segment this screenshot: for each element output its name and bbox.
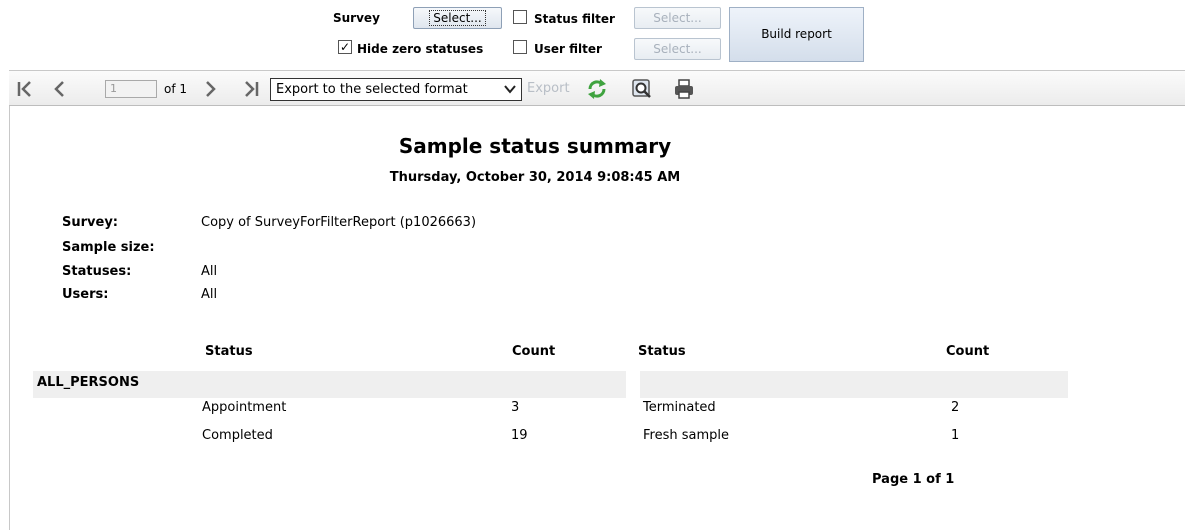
survey-label: Survey <box>333 11 380 25</box>
export-link[interactable]: Export <box>527 81 570 96</box>
info-label-users: Users: <box>62 287 109 302</box>
group-band-right <box>640 371 1068 398</box>
table-row-count-right: 2 <box>951 400 960 415</box>
report-toolbar: 1 of 1 Export to the selected format Exp… <box>9 70 1185 106</box>
user-filter-checkbox[interactable] <box>513 40 527 54</box>
print-icon[interactable] <box>673 78 695 99</box>
last-page-icon[interactable] <box>241 79 263 99</box>
table-row-status-left: Completed <box>202 428 273 443</box>
info-value-survey: Copy of SurveyForFilterReport (p1026663) <box>201 215 477 230</box>
status-filter-checkbox[interactable] <box>513 10 527 24</box>
hide-zero-checkbox[interactable]: ✓ <box>338 40 352 54</box>
user-filter-label: User filter <box>534 42 602 56</box>
page-count: of 1 <box>164 82 188 96</box>
report-title: Sample status summary <box>398 134 672 158</box>
column-header-status-left: Status <box>205 344 253 359</box>
build-report-button[interactable]: Build report <box>729 7 864 62</box>
column-header-status-right: Status <box>638 344 686 359</box>
info-label-statuses: Statuses: <box>62 264 132 279</box>
table-row-count-left: 3 <box>511 400 520 415</box>
status-filter-label: Status filter <box>534 12 615 26</box>
info-value-statuses: All <box>201 264 218 279</box>
next-page-icon[interactable] <box>201 79 221 99</box>
zoom-icon[interactable] <box>631 78 653 98</box>
group-label: ALL_PERSONS <box>37 375 140 390</box>
status-filter-select-button[interactable]: Select... <box>634 7 721 29</box>
export-format-select[interactable]: Export to the selected format <box>270 78 522 101</box>
first-page-icon[interactable] <box>15 79 35 99</box>
chevron-down-icon <box>503 79 517 100</box>
page-number-input[interactable]: 1 <box>105 80 157 98</box>
table-row-count-right: 1 <box>951 428 960 443</box>
report-date: Thursday, October 30, 2014 9:08:45 AM <box>389 170 681 185</box>
survey-select-button[interactable]: Select... <box>413 7 502 29</box>
info-label-survey: Survey: <box>62 215 118 230</box>
column-header-count-left: Count <box>512 344 556 359</box>
table-row-count-left: 19 <box>511 428 528 443</box>
export-format-value: Export to the selected format <box>276 82 468 97</box>
info-value-users: All <box>201 287 218 302</box>
hide-zero-label: Hide zero statuses <box>357 42 484 56</box>
info-label-sample-size: Sample size: <box>62 240 155 255</box>
table-row-status-right: Fresh sample <box>643 428 729 443</box>
page-footer: Page 1 of 1 <box>872 472 955 487</box>
table-row-status-right: Terminated <box>643 400 716 415</box>
refresh-icon[interactable] <box>586 78 608 99</box>
user-filter-select-button[interactable]: Select... <box>634 38 721 60</box>
table-row-status-left: Appointment <box>202 400 287 415</box>
column-header-count-right: Count <box>946 344 990 359</box>
prev-page-icon[interactable] <box>49 79 69 99</box>
